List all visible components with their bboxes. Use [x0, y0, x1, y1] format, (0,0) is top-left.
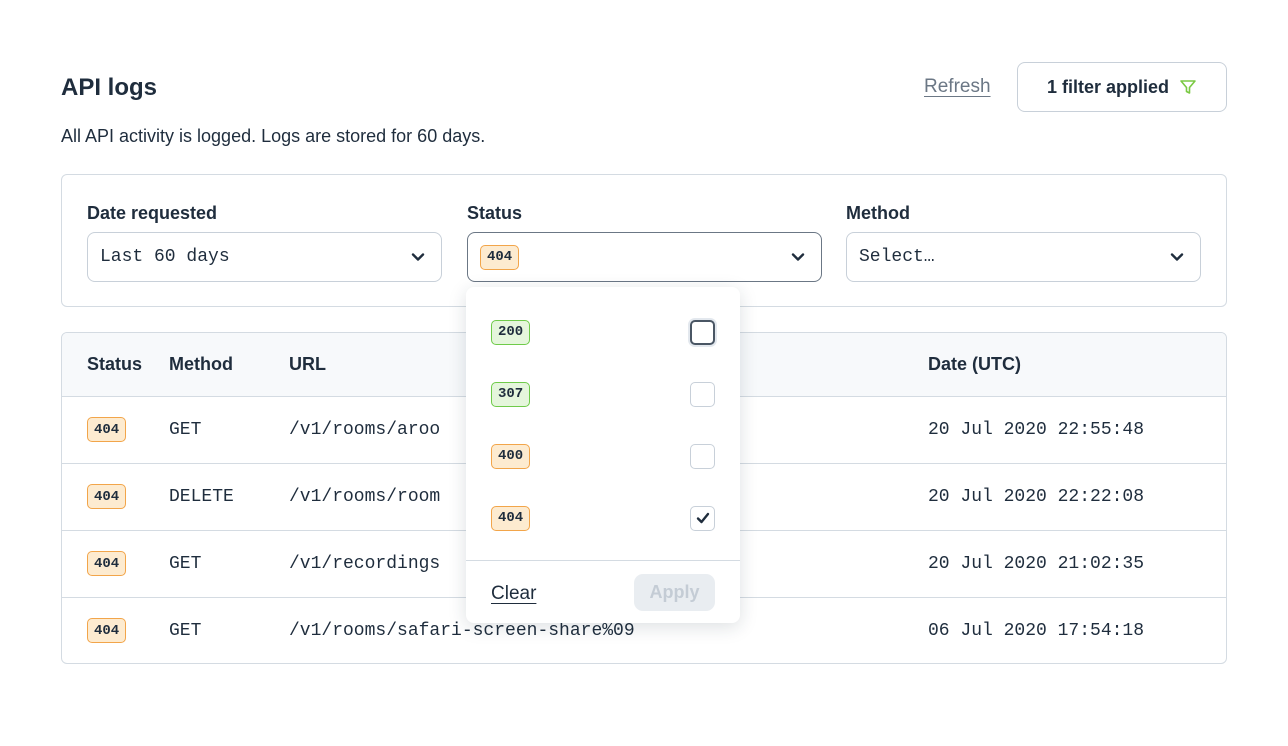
filters-applied-label: 1 filter applied [1046, 76, 1170, 97]
status-option-400[interactable]: 400 [491, 442, 715, 470]
chevron-down-icon [791, 253, 805, 261]
date-filter-label: Date requested [87, 203, 218, 223]
status-select-badge: 404 [480, 244, 520, 270]
status-option-checkbox[interactable] [690, 505, 715, 531]
date-select[interactable]: Last 60 days [87, 232, 442, 282]
row-method: DELETE [169, 486, 234, 507]
column-header-date: Date (UTC) [928, 353, 1021, 374]
row-status: 404 [62, 597, 169, 663]
row-status: 404 [62, 396, 169, 463]
status-filter-label: Status [467, 203, 523, 223]
row-date: 06 Jul 2020 17:54:18 [928, 620, 1145, 641]
column-header-method: Method [169, 353, 233, 374]
chevron-down-icon [411, 253, 425, 261]
status-option-badge: 307 [491, 381, 531, 407]
status-select[interactable]: 404 [467, 232, 822, 282]
status-option-checkbox[interactable] [690, 443, 715, 469]
row-status: 404 [62, 530, 169, 597]
checkmark-icon [696, 512, 709, 524]
status-badge: 404 [87, 551, 127, 576]
status-option-checkbox[interactable] [690, 319, 715, 345]
status-option-checkbox[interactable] [690, 381, 715, 407]
column-header-status: Status [87, 353, 143, 374]
row-method: GET [169, 620, 202, 641]
row-date: 20 Jul 2020 21:02:35 [928, 553, 1145, 574]
filter-funnel-icon [1180, 80, 1196, 94]
page-subtitle: All API activity is logged. Logs are sto… [61, 126, 486, 146]
row-date: 20 Jul 2020 22:55:48 [928, 419, 1145, 440]
api-logs-page: API logs Refresh 1 filter applied All AP… [61, 62, 1227, 664]
status-badge: 404 [87, 417, 127, 442]
row-method: GET [169, 419, 202, 440]
dropdown-divider [466, 560, 740, 561]
page-header: API logs Refresh 1 filter applied [61, 62, 1227, 112]
method-select[interactable]: Select… [846, 232, 1201, 282]
status-option-badge: 404 [491, 505, 531, 531]
status-option-404[interactable]: 404 [491, 504, 715, 532]
row-status: 404 [62, 463, 169, 530]
method-filter: Method Select… [846, 203, 1201, 282]
date-filter: Date requested Last 60 days [87, 203, 442, 282]
refresh-link[interactable]: Refresh [924, 76, 991, 98]
chevron-down-icon [1170, 253, 1184, 261]
status-badge: 404 [87, 618, 127, 644]
apply-button[interactable]: Apply [634, 574, 715, 611]
status-option-badge: 200 [491, 319, 531, 345]
status-badge: 404 [87, 484, 127, 509]
status-option-307[interactable]: 307 [491, 380, 715, 408]
status-filter: Status 404 [467, 203, 822, 282]
status-option-200[interactable]: 200 [491, 318, 715, 346]
clear-button[interactable]: Clear [491, 583, 536, 605]
status-option-badge: 400 [491, 443, 531, 469]
status-dropdown-menu: 200 307 400 404 Clear Apply [466, 287, 740, 623]
row-date: 20 Jul 2020 22:22:08 [928, 486, 1145, 507]
row-method: GET [169, 553, 202, 574]
filters-applied-button[interactable]: 1 filter applied [1017, 62, 1227, 112]
page-title: API logs [61, 74, 158, 101]
method-filter-label: Method [846, 203, 910, 223]
method-select-value: Select… [859, 247, 935, 267]
date-select-value: Last 60 days [100, 247, 230, 267]
